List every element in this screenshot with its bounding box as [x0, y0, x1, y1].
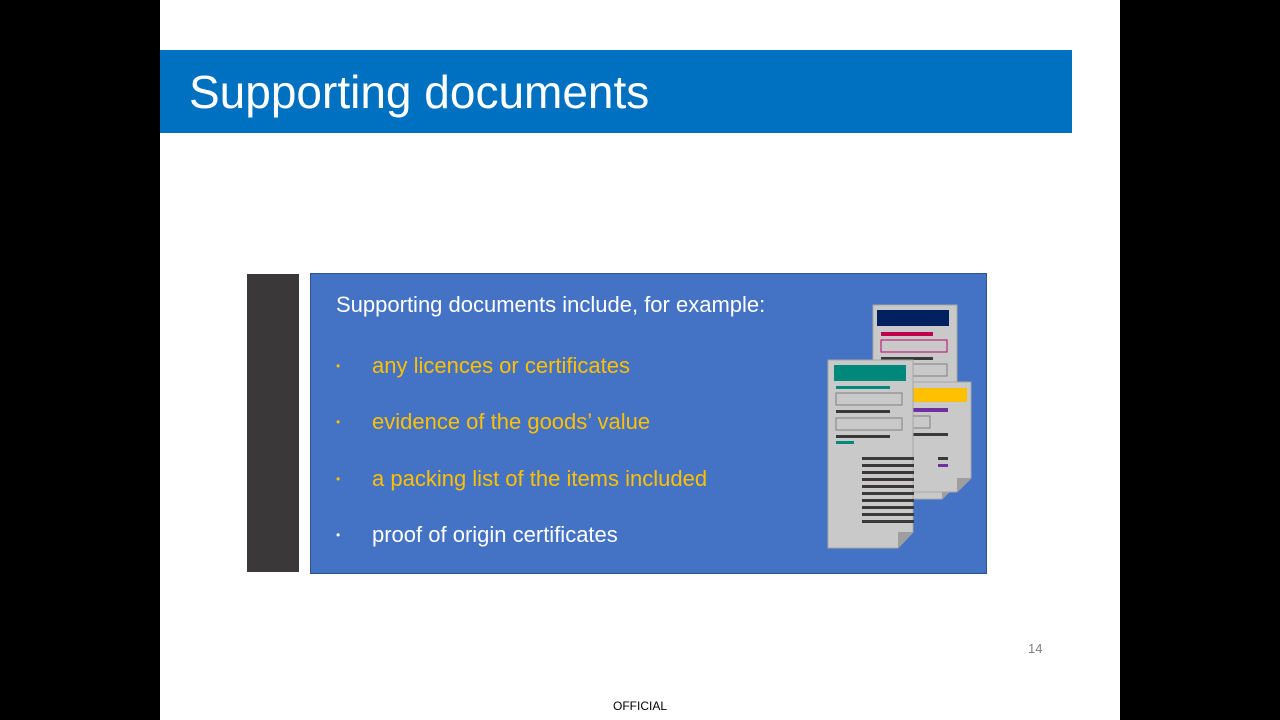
bullet-icon: •	[336, 415, 341, 429]
bullet-text: evidence of the goods’ value	[372, 409, 651, 434]
bullet-icon: •	[336, 472, 341, 486]
slide: Supporting documents Supporting document…	[160, 0, 1120, 720]
slide-title: Supporting documents	[189, 66, 650, 118]
title-bar: Supporting documents	[160, 50, 1072, 133]
bullet-text: proof of origin certificates	[372, 522, 618, 547]
bullet-text: a packing list of the items included	[372, 466, 708, 491]
classification-label: OFFICIAL	[612, 699, 667, 713]
bullet-text: any licences or certificates	[372, 353, 630, 378]
accent-side-bar	[247, 274, 299, 572]
documents-stack-icon	[827, 304, 972, 549]
bullet-icon: •	[336, 528, 341, 542]
bullet-icon: •	[336, 359, 341, 373]
intro-text: Supporting documents include, for exampl…	[336, 292, 766, 317]
front-document-icon	[827, 359, 914, 549]
page-number: 14	[1028, 641, 1043, 656]
content-panel: Supporting documents include, for exampl…	[310, 273, 987, 574]
